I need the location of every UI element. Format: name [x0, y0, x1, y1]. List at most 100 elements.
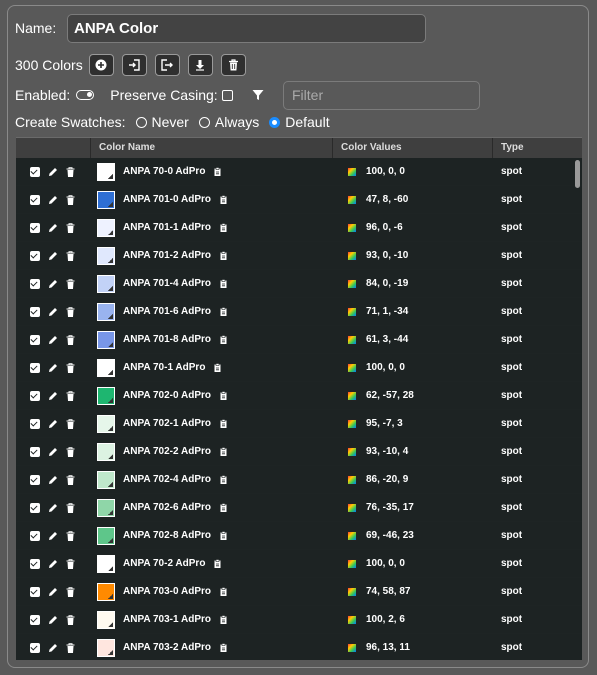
trash-icon[interactable]: [66, 250, 75, 261]
trash-icon[interactable]: [66, 418, 75, 429]
radio-never[interactable]: [135, 116, 147, 128]
color-swatch[interactable]: [97, 414, 115, 433]
clipboard-icon[interactable]: [219, 335, 228, 344]
color-swatch[interactable]: [97, 330, 115, 349]
row-enabled-checkbox[interactable]: [30, 446, 40, 457]
edit-icon[interactable]: [48, 615, 58, 625]
color-swatch[interactable]: [97, 190, 115, 209]
color-picker-icon[interactable]: [347, 166, 357, 177]
color-picker-icon[interactable]: [347, 222, 357, 233]
color-swatch[interactable]: [97, 526, 115, 545]
trash-icon[interactable]: [66, 530, 75, 541]
color-swatch[interactable]: [97, 610, 115, 629]
color-picker-icon[interactable]: [347, 502, 357, 513]
row-enabled-checkbox[interactable]: [30, 586, 40, 597]
edit-icon[interactable]: [48, 447, 58, 457]
export-button[interactable]: [154, 54, 180, 76]
clipboard-icon[interactable]: [213, 559, 222, 568]
clipboard-icon[interactable]: [219, 447, 228, 456]
row-enabled-checkbox[interactable]: [30, 502, 40, 513]
clipboard-icon[interactable]: [219, 587, 228, 596]
trash-icon[interactable]: [66, 278, 75, 289]
color-picker-icon[interactable]: [347, 558, 357, 569]
edit-icon[interactable]: [48, 391, 58, 401]
trash-icon[interactable]: [66, 446, 75, 457]
color-swatch[interactable]: [97, 554, 115, 573]
edit-icon[interactable]: [48, 503, 58, 513]
edit-icon[interactable]: [48, 335, 58, 345]
color-picker-icon[interactable]: [347, 334, 357, 345]
clipboard-icon[interactable]: [213, 167, 222, 176]
color-swatch[interactable]: [97, 582, 115, 601]
clipboard-icon[interactable]: [219, 475, 228, 484]
radio-default[interactable]: [269, 116, 281, 128]
edit-icon[interactable]: [48, 195, 58, 205]
clipboard-icon[interactable]: [219, 503, 228, 512]
edit-icon[interactable]: [48, 419, 58, 429]
color-picker-icon[interactable]: [347, 614, 357, 625]
color-picker-icon[interactable]: [347, 306, 357, 317]
row-enabled-checkbox[interactable]: [30, 642, 40, 653]
edit-icon[interactable]: [48, 587, 58, 597]
color-swatch[interactable]: [97, 302, 115, 321]
color-picker-icon[interactable]: [347, 390, 357, 401]
color-picker-icon[interactable]: [347, 250, 357, 261]
clipboard-icon[interactable]: [219, 223, 228, 232]
row-enabled-checkbox[interactable]: [30, 362, 40, 373]
clipboard-icon[interactable]: [219, 391, 228, 400]
enabled-toggle[interactable]: [76, 90, 95, 100]
trash-icon[interactable]: [66, 586, 75, 597]
row-enabled-checkbox[interactable]: [30, 334, 40, 345]
clipboard-icon[interactable]: [219, 643, 228, 652]
trash-icon[interactable]: [66, 642, 75, 653]
import-button[interactable]: [121, 54, 147, 76]
edit-icon[interactable]: [48, 167, 58, 177]
color-swatch[interactable]: [97, 246, 115, 265]
color-swatch[interactable]: [97, 638, 115, 657]
filter-input[interactable]: Filter: [283, 81, 480, 110]
edit-icon[interactable]: [48, 251, 58, 261]
color-swatch[interactable]: [97, 470, 115, 489]
clipboard-icon[interactable]: [213, 363, 222, 372]
download-button[interactable]: [187, 54, 213, 76]
trash-icon[interactable]: [66, 194, 75, 205]
row-enabled-checkbox[interactable]: [30, 530, 40, 541]
trash-icon[interactable]: [66, 558, 75, 569]
edit-icon[interactable]: [48, 643, 58, 653]
clipboard-icon[interactable]: [219, 419, 228, 428]
edit-icon[interactable]: [48, 363, 58, 373]
row-enabled-checkbox[interactable]: [30, 558, 40, 569]
edit-icon[interactable]: [48, 475, 58, 485]
color-swatch[interactable]: [97, 498, 115, 517]
color-picker-icon[interactable]: [347, 586, 357, 597]
trash-icon[interactable]: [66, 614, 75, 625]
header-color-values[interactable]: Color Values: [333, 138, 493, 158]
edit-icon[interactable]: [48, 531, 58, 541]
trash-icon[interactable]: [66, 306, 75, 317]
edit-icon[interactable]: [48, 223, 58, 233]
trash-icon[interactable]: [66, 166, 75, 177]
trash-icon[interactable]: [66, 474, 75, 485]
trash-icon[interactable]: [66, 334, 75, 345]
header-color-name[interactable]: Color Name: [91, 138, 333, 158]
row-enabled-checkbox[interactable]: [30, 418, 40, 429]
row-enabled-checkbox[interactable]: [30, 222, 40, 233]
color-swatch[interactable]: [97, 274, 115, 293]
color-picker-icon[interactable]: [347, 530, 357, 541]
clipboard-icon[interactable]: [219, 279, 228, 288]
trash-icon[interactable]: [66, 390, 75, 401]
edit-icon[interactable]: [48, 279, 58, 289]
clipboard-icon[interactable]: [219, 251, 228, 260]
color-picker-icon[interactable]: [347, 446, 357, 457]
edit-icon[interactable]: [48, 559, 58, 569]
color-picker-icon[interactable]: [347, 642, 357, 653]
row-enabled-checkbox[interactable]: [30, 250, 40, 261]
color-swatch[interactable]: [97, 386, 115, 405]
row-enabled-checkbox[interactable]: [30, 278, 40, 289]
trash-icon[interactable]: [66, 362, 75, 373]
preserve-casing-checkbox[interactable]: [221, 89, 233, 101]
row-enabled-checkbox[interactable]: [30, 390, 40, 401]
trash-icon[interactable]: [66, 502, 75, 513]
color-swatch[interactable]: [97, 358, 115, 377]
edit-icon[interactable]: [48, 307, 58, 317]
